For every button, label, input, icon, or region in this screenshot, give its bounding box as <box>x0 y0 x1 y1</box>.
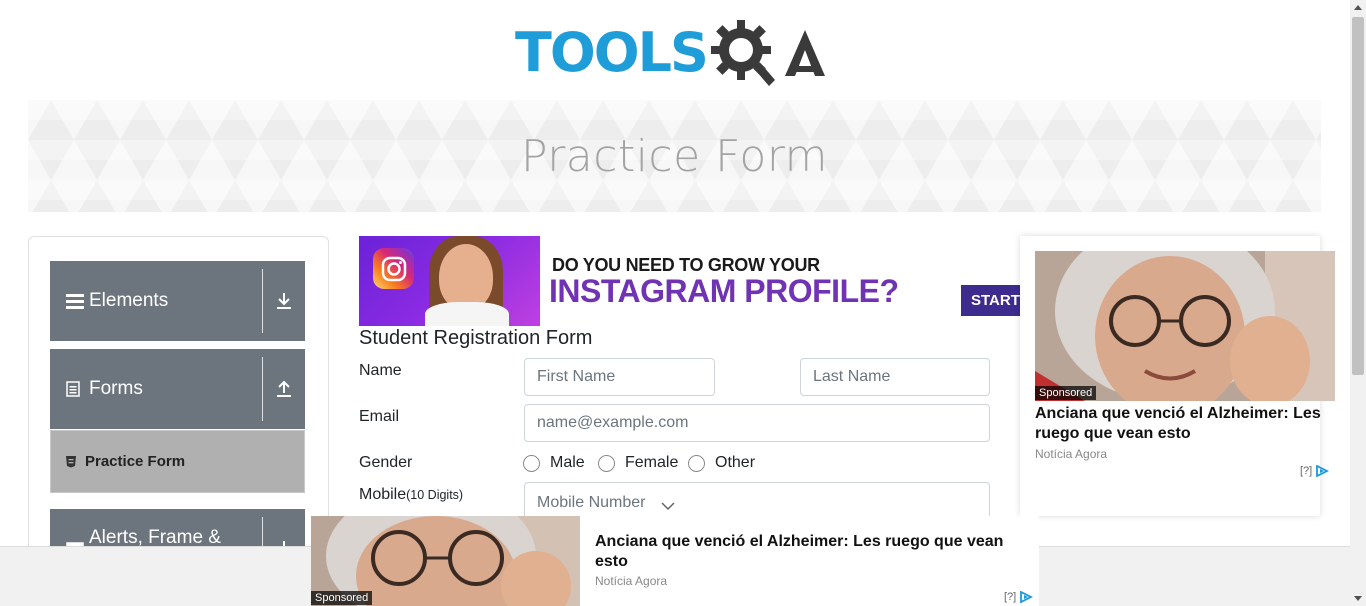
list-icon <box>66 293 86 309</box>
sponsored-badge: Sponsored <box>1035 386 1097 400</box>
logo-a-letter <box>784 30 825 76</box>
adchoices-icon[interactable] <box>1315 465 1330 477</box>
mobile-label-text: Mobile <box>359 486 407 503</box>
radio-circle[interactable] <box>688 454 705 472</box>
name-label: Name <box>359 362 402 379</box>
email-label: Email <box>359 408 400 425</box>
document-icon <box>66 381 86 397</box>
adchoices-icon[interactable] <box>1019 591 1034 603</box>
bottom-sponsored-ad[interactable]: Sponsored Anciana que venció el Alzheime… <box>311 516 1039 606</box>
instagram-ad-banner[interactable]: DO YOU NEED TO GROW YOUR INSTAGRAM PROFI… <box>359 236 1020 326</box>
sidebar-group-label: Forms <box>89 378 143 399</box>
html-icon <box>65 455 83 468</box>
page-scrollbar[interactable] <box>1350 0 1366 606</box>
adchoices[interactable]: [?] <box>1004 591 1034 603</box>
adchoice-help[interactable]: [?] <box>1004 591 1016 603</box>
adchoice-help[interactable]: [?] <box>1300 465 1312 477</box>
ad-source[interactable]: Notícia Agora <box>595 574 667 588</box>
scroll-down-icon[interactable] <box>1354 596 1362 601</box>
mobile-label: Mobile(10 Digits) <box>359 486 463 504</box>
sidebar-item-label: Practice Form <box>85 453 186 470</box>
radio-label: Male <box>550 454 585 471</box>
mobile-input[interactable]: Mobile Number <box>524 482 990 520</box>
page-banner: Practice Form <box>28 100 1321 212</box>
ad-headline[interactable]: Anciana que venció el Alzheimer: Les rue… <box>595 532 1025 572</box>
radio-circle[interactable] <box>523 454 540 472</box>
gear-magnifier-icon <box>710 20 775 86</box>
sidebar-group-forms[interactable]: Forms <box>50 349 305 429</box>
ad-image <box>359 236 540 326</box>
ad-photo <box>1035 251 1335 401</box>
divider <box>262 357 263 421</box>
chevron-down-icon <box>661 498 676 516</box>
gender-radio-female[interactable]: Female <box>598 454 678 472</box>
ad-person-shirt <box>425 302 509 326</box>
elderly-woman-image <box>1035 251 1335 401</box>
toolsqa-logo[interactable]: TOOLS <box>515 16 827 90</box>
sponsored-badge: Sponsored <box>311 591 373 605</box>
instagram-icon <box>373 248 414 289</box>
download-arrow-icon[interactable] <box>263 292 305 310</box>
radio-label: Female <box>625 454 679 471</box>
upload-arrow-icon[interactable] <box>263 380 305 398</box>
form-title: Student Registration Form <box>359 327 593 349</box>
right-sponsored-ad[interactable]: Sponsored Anciana que venció el Alzheime… <box>1020 236 1335 516</box>
ad-start-button[interactable]: START <box>961 285 1020 316</box>
page-title: Practice Form <box>520 130 829 182</box>
ad-headline-2: INSTAGRAM PROFILE? <box>549 273 899 309</box>
divider <box>262 269 263 333</box>
gender-label: Gender <box>359 454 413 471</box>
radio-circle[interactable] <box>598 454 615 472</box>
gender-radio-other[interactable]: Other <box>688 454 755 472</box>
mobile-placeholder: Mobile Number <box>537 494 646 511</box>
sidebar-item-practice-form[interactable]: Practice Form <box>50 430 305 493</box>
sidebar-group-label: Elements <box>89 290 169 311</box>
ad-source[interactable]: Notícia Agora <box>1035 447 1107 461</box>
logo-text: TOOLS <box>515 21 709 84</box>
last-name-input[interactable]: Last Name <box>800 358 990 396</box>
scroll-up-icon[interactable] <box>1354 5 1362 10</box>
radio-label: Other <box>715 454 756 471</box>
ad-headline[interactable]: Anciana que venció el Alzheimer: Les rue… <box>1035 404 1325 444</box>
page: TOOLS Practice Form Elements Forms Pract… <box>0 0 1366 606</box>
sidebar-group-elements[interactable]: Elements <box>50 261 305 341</box>
first-name-input[interactable]: First Name <box>524 358 715 396</box>
mobile-hint: (10 Digits) <box>406 488 464 502</box>
adchoices[interactable]: [?] <box>1300 465 1330 477</box>
scrollbar-thumb[interactable] <box>1352 17 1364 375</box>
ad-person-face <box>439 244 493 310</box>
gender-radio-male[interactable]: Male <box>523 454 585 472</box>
email-input[interactable]: name@example.com <box>524 404 990 442</box>
